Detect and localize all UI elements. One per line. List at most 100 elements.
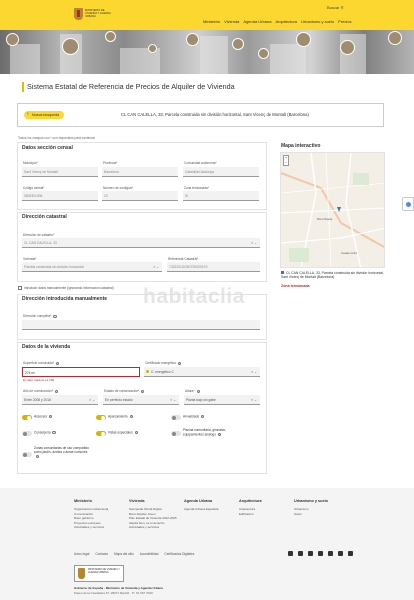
footer-org: Gobierno de España · Ministerio de Vivie… bbox=[74, 586, 163, 590]
nav-vivienda[interactable]: Vivienda bbox=[224, 19, 239, 24]
nav-ministerio[interactable]: Ministerio bbox=[203, 19, 220, 24]
certificados-link[interactable]: Certificados Digitales bbox=[164, 552, 194, 556]
accesibilidad-link[interactable]: Accesibilidad bbox=[140, 552, 159, 556]
location-marker-icon[interactable] bbox=[337, 207, 341, 212]
search-icon: ⚲ bbox=[340, 5, 344, 10]
footer-col-urbanismo: Urbanismo y suelo Urbanismo Suelo bbox=[294, 499, 328, 516]
info-icon[interactable]: i bbox=[52, 431, 56, 435]
search-label: Buscar bbox=[327, 5, 340, 10]
footer-link[interactable]: Organización institucional bbox=[74, 507, 108, 512]
site-header: MINISTERIO DE VIVIENDA Y AGENDA URBANA B… bbox=[0, 0, 414, 30]
footer-link[interactable]: Edificación bbox=[239, 512, 262, 517]
address-text: CL CAN CALELLA, 33, Parcela construida s… bbox=[121, 112, 309, 117]
instagram-icon[interactable] bbox=[308, 551, 313, 556]
flickr-icon[interactable] bbox=[328, 551, 333, 556]
municipio-field[interactable]: Sant Vicenç de Montalt bbox=[22, 167, 98, 177]
info-icon[interactable]: i bbox=[134, 431, 138, 435]
amueblado-toggle[interactable] bbox=[171, 415, 181, 420]
superficie-label: Superficie construida* i bbox=[23, 361, 60, 366]
site-footer: Ministerio Organización institucional Co… bbox=[0, 488, 414, 600]
contacto-link[interactable]: Contacto bbox=[95, 552, 108, 556]
info-icon[interactable]: i bbox=[56, 361, 60, 366]
conserjeria-toggle[interactable] bbox=[22, 431, 32, 436]
vistas-toggle[interactable] bbox=[96, 431, 106, 436]
aviso-legal-link[interactable]: Aviso legal bbox=[74, 552, 89, 556]
footer-link[interactable]: Actividades y servicios bbox=[129, 525, 177, 530]
social-links bbox=[288, 551, 353, 556]
page-title: Sistema Estatal de Referencia de Precios… bbox=[27, 82, 235, 91]
rss-icon[interactable] bbox=[348, 551, 353, 556]
info-icon[interactable]: i bbox=[55, 389, 59, 394]
map-roads bbox=[281, 153, 384, 267]
youtube-icon[interactable] bbox=[318, 551, 323, 556]
direccion-label: Dirección completa* i bbox=[23, 314, 57, 319]
certificado-select[interactable]: C: energético C bbox=[144, 367, 260, 377]
footer-link[interactable]: Agenda Urbana Española bbox=[184, 507, 218, 512]
nav-agenda-urbana[interactable]: Agenda Urbana bbox=[243, 19, 271, 24]
nav-urbanismo[interactable]: Urbanismo y suelo bbox=[301, 19, 334, 24]
codigo-censal-field[interactable]: 0826301008 bbox=[22, 191, 98, 201]
altura-select[interactable]: Planta bajo sin gabe bbox=[184, 395, 260, 405]
info-icon[interactable]: i bbox=[217, 432, 222, 437]
footer-link[interactable]: Suelo bbox=[294, 512, 328, 517]
interactive-map[interactable]: + − Riera Bassa Casalet Antic bbox=[280, 152, 385, 268]
manual-checkbox[interactable] bbox=[18, 286, 22, 290]
calle-label: Dirección de catastro* bbox=[23, 233, 55, 237]
energy-dot-icon bbox=[146, 370, 150, 374]
calle-select[interactable]: CL CAN CALELLA, 33 bbox=[22, 238, 260, 248]
map-street-label: Riera Bassa bbox=[317, 217, 333, 221]
contigua-label: Número de contigua* bbox=[103, 186, 133, 190]
new-search-button[interactable]: Nueva búsqueda bbox=[24, 110, 65, 119]
aparcamiento-toggle[interactable] bbox=[96, 415, 106, 420]
info-icon[interactable]: i bbox=[178, 361, 182, 366]
census-title: Datos sección censal bbox=[22, 145, 73, 151]
aparcamiento-label: Aparcamiento i bbox=[108, 414, 133, 419]
vivienda-select[interactable]: Parcela construida sin división horizont… bbox=[22, 262, 162, 272]
referencia-field[interactable]: 7432201DG5073S0001F0 bbox=[167, 262, 260, 272]
manual-title: Dirección introducida manualmente bbox=[22, 296, 108, 302]
direccion-field[interactable] bbox=[22, 320, 260, 330]
footer-col-agenda: Agenda Urbana Agenda Urbana Española bbox=[184, 499, 219, 512]
nav-arquitectura[interactable]: Arquitectura bbox=[275, 19, 297, 24]
estado-select[interactable]: En perfecto estado bbox=[103, 395, 179, 405]
estado-label: Estado de conservación* i bbox=[104, 389, 145, 394]
info-icon[interactable]: i bbox=[201, 415, 205, 419]
ascensor-toggle[interactable] bbox=[22, 415, 32, 420]
superficie-field[interactable]: 274 m² bbox=[22, 367, 140, 377]
zonas-comunitarias-toggle[interactable] bbox=[22, 452, 32, 457]
vivienda-title: Datos de la vivienda bbox=[22, 344, 71, 350]
search-link[interactable]: Buscar ⚲ bbox=[327, 5, 344, 10]
facebook-icon[interactable] bbox=[298, 551, 303, 556]
map-title: Mapa interactivo bbox=[281, 143, 321, 149]
info-icon[interactable]: i bbox=[141, 389, 145, 394]
comunidad-field[interactable]: Cataluña/Catalunya bbox=[183, 167, 259, 177]
provincia-label: Provincia* bbox=[103, 161, 118, 165]
contigua-field[interactable]: 20 bbox=[102, 191, 178, 201]
anio-select[interactable]: Entre 2008 y 2015 bbox=[22, 395, 98, 405]
piscina-toggle[interactable] bbox=[171, 431, 181, 436]
zoom-controls[interactable]: + − bbox=[283, 155, 289, 166]
info-icon[interactable]: i bbox=[49, 415, 53, 419]
twitter-icon[interactable] bbox=[288, 551, 293, 556]
footer-ministry-logo[interactable]: MINISTERIO DE VIVIENDA Y AGENDA URBANA bbox=[74, 565, 124, 582]
nav-precios[interactable]: Precios bbox=[338, 19, 351, 24]
mapa-sitio-link[interactable]: Mapa del sitio bbox=[114, 552, 134, 556]
provincia-field[interactable]: Barcelona bbox=[102, 167, 178, 177]
recaptcha-icon[interactable] bbox=[402, 197, 414, 211]
info-icon[interactable]: i bbox=[53, 314, 57, 319]
zona-field[interactable]: Si bbox=[183, 191, 259, 201]
linkedin-icon[interactable] bbox=[338, 551, 343, 556]
ministry-logo[interactable]: MINISTERIO DE VIVIENDA Y AGENDA URBANA bbox=[74, 8, 111, 22]
municipio-label: Municipio* bbox=[23, 161, 38, 165]
coat-of-arms-icon bbox=[78, 568, 85, 579]
info-icon[interactable]: i bbox=[36, 454, 40, 459]
footer-link[interactable]: Actividades y servicios bbox=[74, 525, 108, 530]
altura-label: Altura* i bbox=[185, 389, 200, 394]
footer-col-arquitectura: Arquitectura Arquitectura Edificación bbox=[239, 499, 262, 516]
watermark: habitaclia bbox=[143, 285, 245, 308]
info-icon[interactable]: i bbox=[196, 389, 200, 394]
piscina-label: Piscina comunitaria, gimnasio, equipamie… bbox=[183, 428, 227, 437]
zona-tensionada-link[interactable]: Zona tensionada bbox=[281, 284, 310, 288]
info-icon[interactable]: i bbox=[129, 415, 133, 419]
ascensor-label: Ascensor i bbox=[34, 414, 53, 419]
